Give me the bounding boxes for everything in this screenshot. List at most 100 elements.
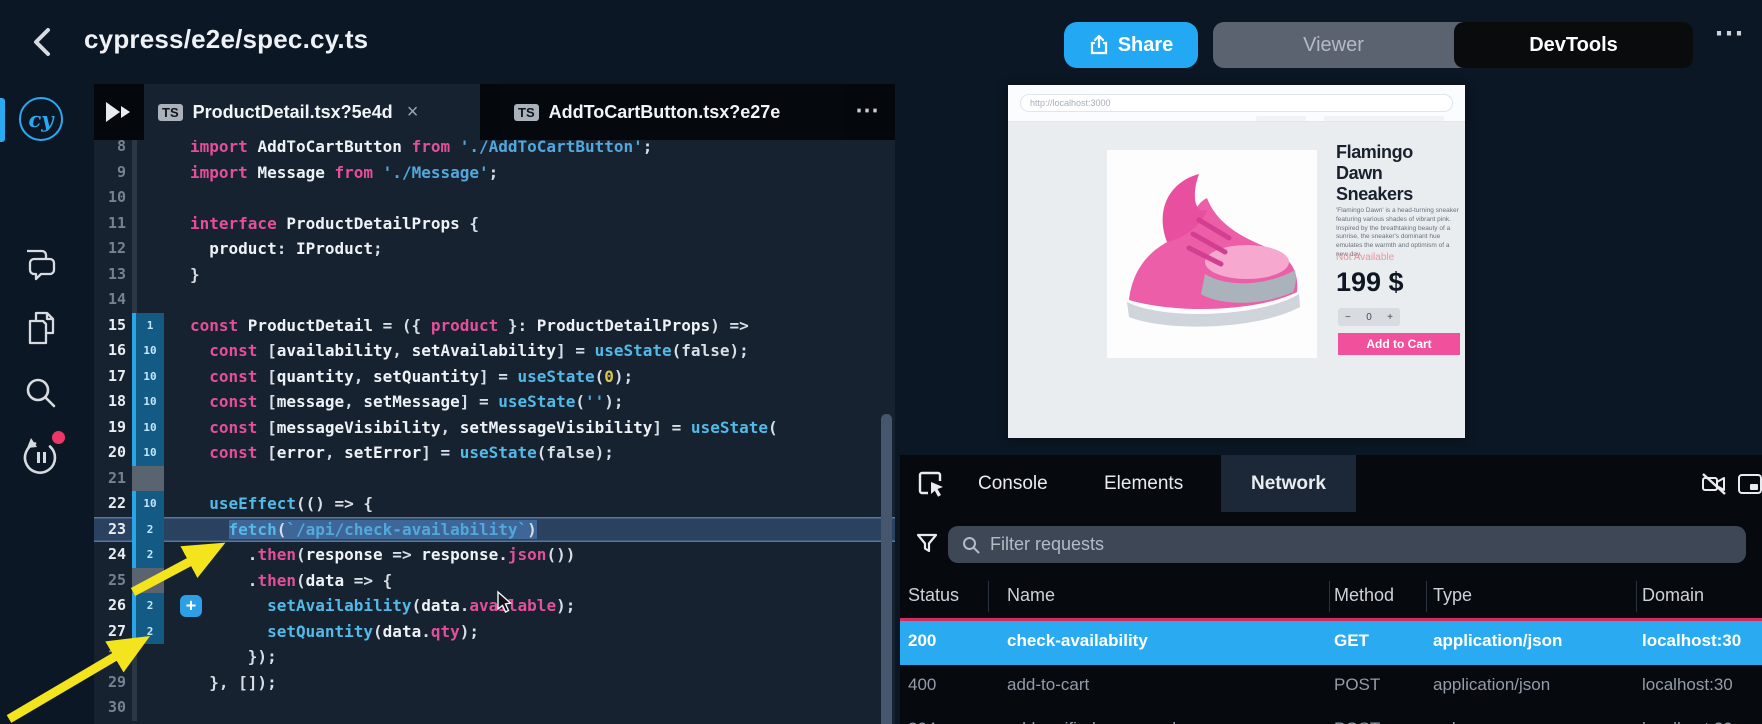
sidebar-item-cypress[interactable]: cy [18,96,64,142]
column-divider[interactable] [1426,581,1427,612]
code-line[interactable]: 8import AddToCartButton from './AddToCar… [94,140,895,160]
sidebar-item-files[interactable] [18,306,64,352]
sidebar-item-search[interactable] [18,370,64,416]
code-line[interactable]: 272 setQuantity(data.qty); [94,619,895,645]
viewer-toggle-button[interactable]: Viewer [1213,22,1454,68]
network-request-row[interactable]: 204add-verified-commandPOSTunknownlocalh… [900,709,1762,724]
code-line[interactable]: 14 [94,287,895,313]
close-tab-icon[interactable]: × [407,101,419,124]
column-divider[interactable] [1636,581,1637,612]
line-number: 20 [94,440,132,466]
tab-overflow-button[interactable]: ⋯ [855,96,879,125]
back-button[interactable] [26,22,62,62]
code-line[interactable]: 151const ProductDetail = ({ product }: P… [94,313,895,339]
coverage-count [132,466,164,492]
line-number: 27 [94,619,132,645]
camera-off-button[interactable] [1700,471,1730,501]
code-line[interactable]: 30 [94,695,895,721]
code-text [190,695,895,721]
filter-funnel-icon[interactable] [915,532,939,556]
code-line[interactable]: 1910 const [messageVisibility, setMessag… [94,415,895,441]
code-text: }); [190,644,895,670]
code-line[interactable]: 29 }, []); [94,670,895,696]
code-line[interactable]: 242 .then(response => response.json()) [94,542,895,568]
chat-bubbles-icon [22,247,60,283]
scrollbar-thumb[interactable] [881,414,892,724]
filter-requests-input-wrap[interactable] [948,526,1746,563]
coverage-count [132,160,164,186]
code-text: const ProductDetail = ({ product }: Prod… [190,313,895,339]
sidebar-item-comments[interactable] [18,242,64,288]
tab-network[interactable]: Network [1221,455,1356,512]
filter-requests-input[interactable] [990,534,1696,555]
quantity-decrease-button[interactable]: − [1345,312,1351,323]
add-to-cart-button[interactable]: Add to Cart [1338,333,1460,355]
devtools-toggle-button[interactable]: DevTools [1454,22,1693,68]
column-header-method[interactable]: Method [1334,585,1394,606]
code-text: useEffect(() => { [190,491,895,517]
more-menu-button[interactable]: ⋯ [1714,16,1745,51]
share-icon [1089,34,1109,56]
coverage-count: 10 [132,389,164,415]
column-header-status[interactable]: Status [908,585,959,606]
coverage-count [132,236,164,262]
availability-status: Not Available [1336,252,1394,263]
quantity-increase-button[interactable]: + [1387,312,1393,323]
code-area[interactable]: 8import AddToCartButton from './AddToCar… [94,140,895,724]
chrome-decor [1256,116,1306,121]
share-button[interactable]: Share [1064,22,1198,68]
gutter-margin [164,568,190,594]
add-assertion-button[interactable]: + [180,595,202,617]
tab-elements[interactable]: Elements [1086,455,1201,512]
code-line[interactable]: 11interface ProductDetailProps { [94,211,895,237]
column-divider[interactable] [988,581,989,612]
code-text: fetch(`/api/check-availability`) [190,517,895,543]
tab-label: AddToCartButton.tsx?e27e [549,102,781,123]
line-number: 24 [94,542,132,568]
code-line[interactable]: 2210 useEffect(() => { [94,491,895,517]
tab-console[interactable]: Console [960,455,1066,512]
code-line[interactable]: 1810 const [message, setMessage] = useSt… [94,389,895,415]
code-line[interactable]: 10 [94,185,895,211]
column-divider[interactable] [1329,581,1330,612]
sidebar-item-restart[interactable] [18,434,64,480]
editor-tab-addtocartbutton[interactable]: TS AddToCartButton.tsx?e27e [500,84,845,140]
dock-panel-icon [1736,471,1762,497]
coverage-count: 2 [132,542,164,568]
code-line[interactable]: 1710 const [quantity, setQuantity] = use… [94,364,895,390]
coverage-count: 1 [132,313,164,339]
request-status: 200 [908,631,936,651]
line-number: 26 [94,593,132,619]
inspect-element-button[interactable] [916,469,946,499]
network-request-row[interactable]: 400add-to-cartPOSTapplication/jsonlocalh… [900,665,1762,709]
code-line[interactable]: 21 [94,466,895,492]
code-line[interactable]: 13} [94,262,895,288]
share-label: Share [1118,34,1174,57]
line-number: 13 [94,262,132,288]
code-line[interactable]: 232 fetch(`/api/check-availability`) [94,517,895,543]
dock-panel-button[interactable] [1736,471,1762,501]
coverage-count: 10 [132,491,164,517]
editor-tab-productdetail[interactable]: TS ProductDetail.tsx?5e4d × [144,84,480,140]
code-line[interactable]: 25 .then(data => { [94,568,895,594]
line-number: 18 [94,389,132,415]
gutter-margin [164,695,190,721]
run-button[interactable] [102,96,134,128]
code-line[interactable]: 2010 const [error, setError] = useState(… [94,440,895,466]
column-header-name[interactable]: Name [1007,585,1055,606]
network-request-row[interactable]: 200check-availabilityGETapplication/json… [900,621,1762,665]
line-number: 12 [94,236,132,262]
code-line[interactable]: 9import Message from './Message'; [94,160,895,186]
url-bar[interactable]: http://localhost:3000 [1020,94,1453,112]
code-text: const [error, setError] = useState(false… [190,440,895,466]
coverage-count [132,644,164,670]
gutter-margin [164,670,190,696]
network-table-header: Status Name Method Type Domain [900,575,1762,618]
column-header-type[interactable]: Type [1433,585,1472,606]
code-line[interactable]: 1610 const [availability, setAvailabilit… [94,338,895,364]
code-line[interactable]: 262 setAvailability(data.available);+ [94,593,895,619]
editor-scrollbar[interactable] [881,140,892,724]
code-line[interactable]: 28 }); [94,644,895,670]
code-line[interactable]: 12 product: IProduct; [94,236,895,262]
column-header-domain[interactable]: Domain [1642,585,1704,606]
